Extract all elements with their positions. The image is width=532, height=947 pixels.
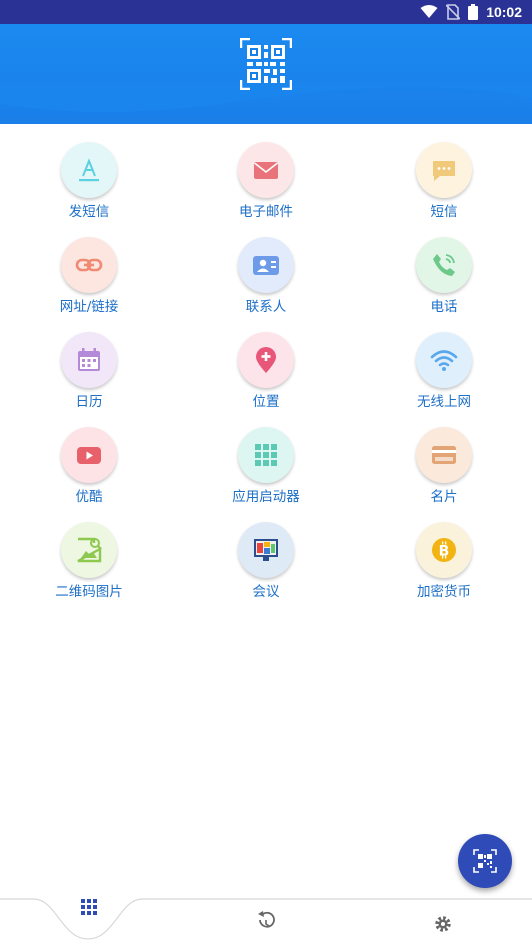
qr-scan-icon [473,849,497,873]
bitcoin-icon: B [432,538,456,562]
feature-label: 二维码图片 [55,584,123,600]
feature-icon-circle: B [416,522,472,578]
svg-text:B: B [439,544,450,560]
status-bar: 10:02 [0,0,532,24]
scan-fab-button[interactable] [458,834,512,888]
feature-label: 应用启动器 [232,489,300,505]
feature-icon-circle [61,522,117,578]
feature-label: 短信 [430,204,458,220]
feature-label: 无线上网 [417,394,471,410]
wifi-icon [430,350,458,371]
feature-icon-circle [238,332,294,388]
feature-label: 网址/链接 [59,299,119,315]
grid-icon[interactable] [81,899,97,915]
email-icon [254,162,278,179]
feature-icon-circle [61,332,117,388]
feature-icon-circle [61,142,117,198]
feature-label: 优酷 [75,489,103,505]
feature-icon-circle [416,332,472,388]
feature-label: 日历 [75,394,103,410]
feature-label: 加密货币 [417,584,471,600]
meeting-icon [254,539,278,561]
feature-label: 名片 [430,489,458,505]
qr-code-icon[interactable] [240,38,292,90]
message-icon [433,161,455,181]
contact-card-icon [253,256,279,275]
feature-label: 会议 [252,584,280,600]
status-time: 10:02 [486,4,522,20]
feature-icon-circle [238,142,294,198]
history-icon[interactable] [258,911,275,928]
app-grid-icon [255,444,277,466]
no-sim-icon [446,4,461,20]
feature-icon-circle [61,427,117,483]
letter-a-icon [79,158,99,182]
link-icon [75,258,103,272]
feature-label: 联系人 [245,299,287,315]
qr-image-icon [77,537,102,563]
feature-icon-circle [238,522,294,578]
feature-icon-circle [416,142,472,198]
feature-label: 电子邮件 [239,204,293,220]
feature-icon-circle [416,237,472,293]
card-icon [432,446,456,464]
gear-icon[interactable] [435,916,451,932]
feature-icon-circle [238,427,294,483]
feature-icon-circle [416,427,472,483]
video-icon [77,447,101,464]
location-pin-icon [256,347,276,373]
wifi-signal-icon [420,5,438,18]
phone-icon [433,254,455,276]
bottom-nav [0,898,532,940]
feature-label: 位置 [252,394,280,410]
feature-icon-circle [238,237,294,293]
feature-label: 电话 [430,299,458,315]
battery-icon [468,4,479,20]
calendar-icon [78,348,100,371]
feature-icon-circle [61,237,117,293]
feature-label: 发短信 [68,204,110,220]
